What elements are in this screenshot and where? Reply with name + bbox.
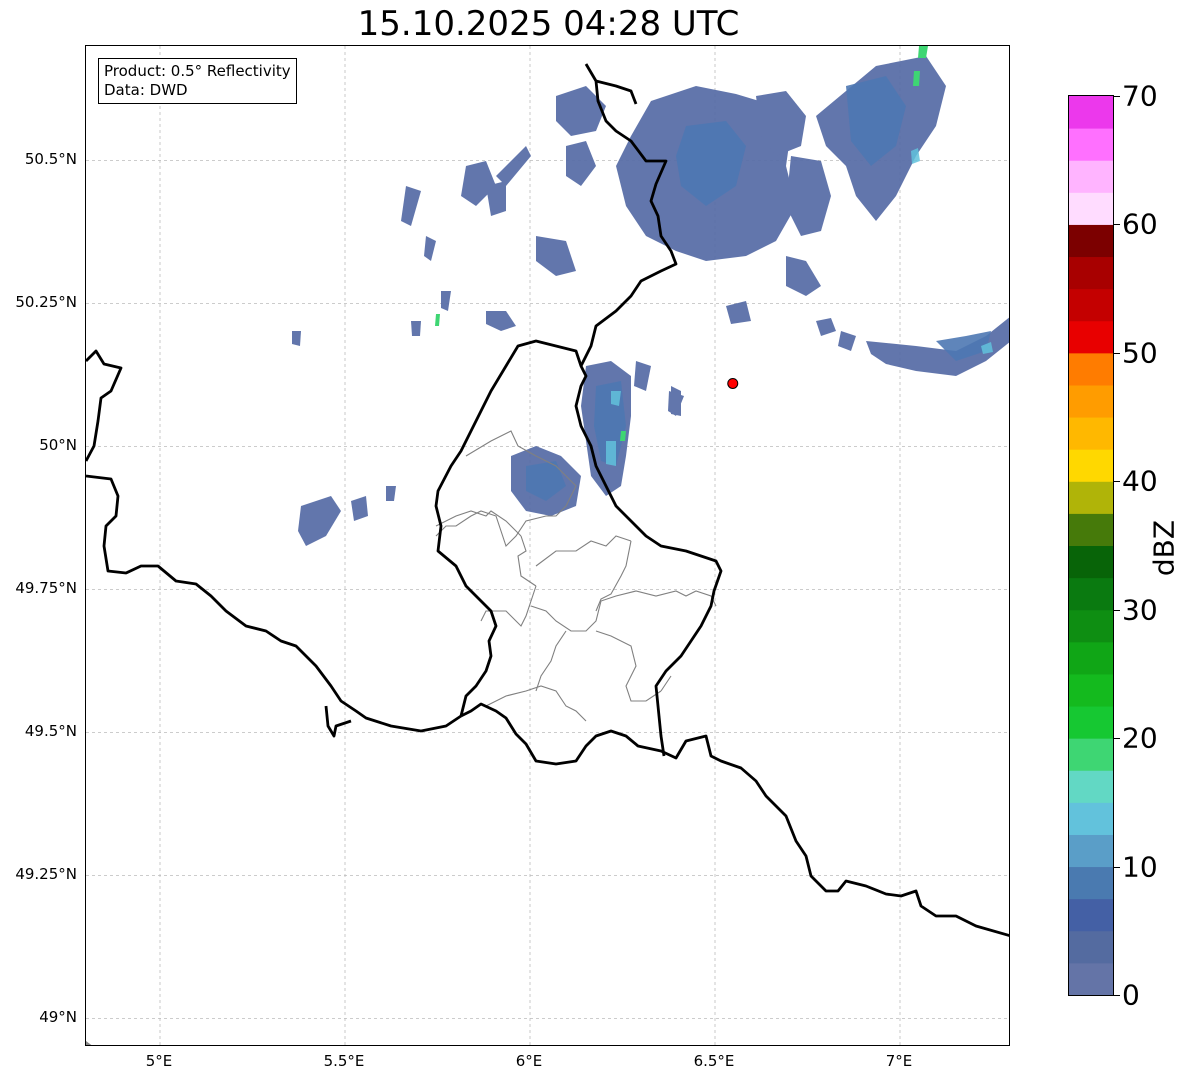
colorbar-tick-mark — [1114, 609, 1120, 611]
colorbar-tick-label: 70 — [1122, 79, 1158, 113]
colorbar-tick-mark — [1114, 352, 1120, 354]
colorbar-band — [1069, 641, 1113, 675]
colorbar-band — [1069, 192, 1113, 225]
colorbar-band — [1069, 738, 1113, 771]
colorbar-band — [1069, 706, 1113, 739]
colorbar-tick-mark — [1114, 224, 1120, 226]
colorbar-tick-mark — [1114, 96, 1120, 97]
colorbar-band — [1069, 834, 1113, 868]
colorbar-band — [1069, 449, 1113, 482]
lon-tick-label: 7°E — [885, 1052, 913, 1070]
colorbar-band — [1069, 384, 1113, 418]
lat-tick-label: 49.5°N — [24, 722, 77, 741]
colorbar-band — [1069, 866, 1113, 900]
colorbar-tick-label: 20 — [1122, 721, 1158, 755]
colorbar-band — [1069, 802, 1113, 835]
colorbar-tick-mark — [1114, 995, 1120, 996]
colorbar-band — [1069, 673, 1113, 707]
lat-tick-label: 49.75°N — [15, 579, 77, 598]
colorbar-band — [1069, 352, 1113, 386]
map-title: 15.10.2025 04:28 UTC — [357, 4, 740, 44]
radar-map[interactable] — [85, 45, 1010, 1046]
map-canvas — [86, 46, 1009, 1045]
colorbar-band — [1069, 128, 1113, 161]
product-label: Product: 0.5° Reflectivity — [104, 62, 291, 80]
lat-tick-label: 50.25°N — [15, 293, 77, 312]
colorbar-label: dBZ — [1147, 519, 1181, 577]
colorbar-band — [1069, 577, 1113, 611]
colorbar-band — [1069, 770, 1113, 803]
colorbar-band — [1069, 930, 1113, 964]
colorbar-band — [1069, 898, 1113, 932]
colorbar-tick-label: 30 — [1122, 593, 1158, 627]
colorbar-band — [1069, 160, 1113, 193]
colorbar-band — [1069, 545, 1113, 579]
lat-tick-label: 50°N — [39, 436, 77, 455]
colorbar-band — [1069, 256, 1113, 290]
colorbar-band — [1069, 96, 1113, 129]
colorbar-band — [1069, 609, 1113, 643]
colorbar-band — [1069, 962, 1113, 995]
lon-tick-label: 5°E — [145, 1052, 173, 1070]
colorbar-band — [1069, 224, 1113, 258]
colorbar-tick-label: 10 — [1122, 850, 1158, 884]
lat-tick-label: 50.5°N — [24, 150, 77, 169]
colorbar-tick-label: 60 — [1122, 207, 1158, 241]
colorbar-tick-mark — [1114, 866, 1120, 868]
colorbar-band — [1069, 513, 1113, 546]
colorbar-band — [1069, 320, 1113, 354]
lat-tick-label: 49.25°N — [15, 865, 77, 884]
colorbar-band — [1069, 481, 1113, 514]
colorbar-band — [1069, 417, 1113, 450]
lon-tick-label: 6.5°E — [693, 1052, 735, 1070]
lon-tick-label: 5.5°E — [323, 1052, 365, 1070]
lon-tick-label: 6°E — [515, 1052, 543, 1070]
colorbar-scale — [1069, 96, 1113, 995]
data-source-label: Data: DWD — [104, 81, 188, 99]
colorbar-tick-label: 50 — [1122, 336, 1158, 370]
colorbar-band — [1069, 288, 1113, 322]
colorbar-tick-label: 40 — [1122, 464, 1158, 498]
radar-echoes — [292, 46, 1009, 546]
figure: 15.10.2025 04:28 UTC Product: 0.5° Refle… — [0, 0, 1202, 1081]
colorbar-tick-mark — [1114, 738, 1120, 740]
colorbar-tick-mark — [1114, 481, 1120, 483]
radar-site-marker[interactable] — [727, 377, 739, 389]
colorbar-tick-label: 0 — [1122, 978, 1140, 1012]
product-info-box: Product: 0.5° Reflectivity Data: DWD — [98, 58, 297, 104]
lat-tick-label: 49°N — [39, 1008, 77, 1027]
colorbar — [1068, 95, 1114, 996]
